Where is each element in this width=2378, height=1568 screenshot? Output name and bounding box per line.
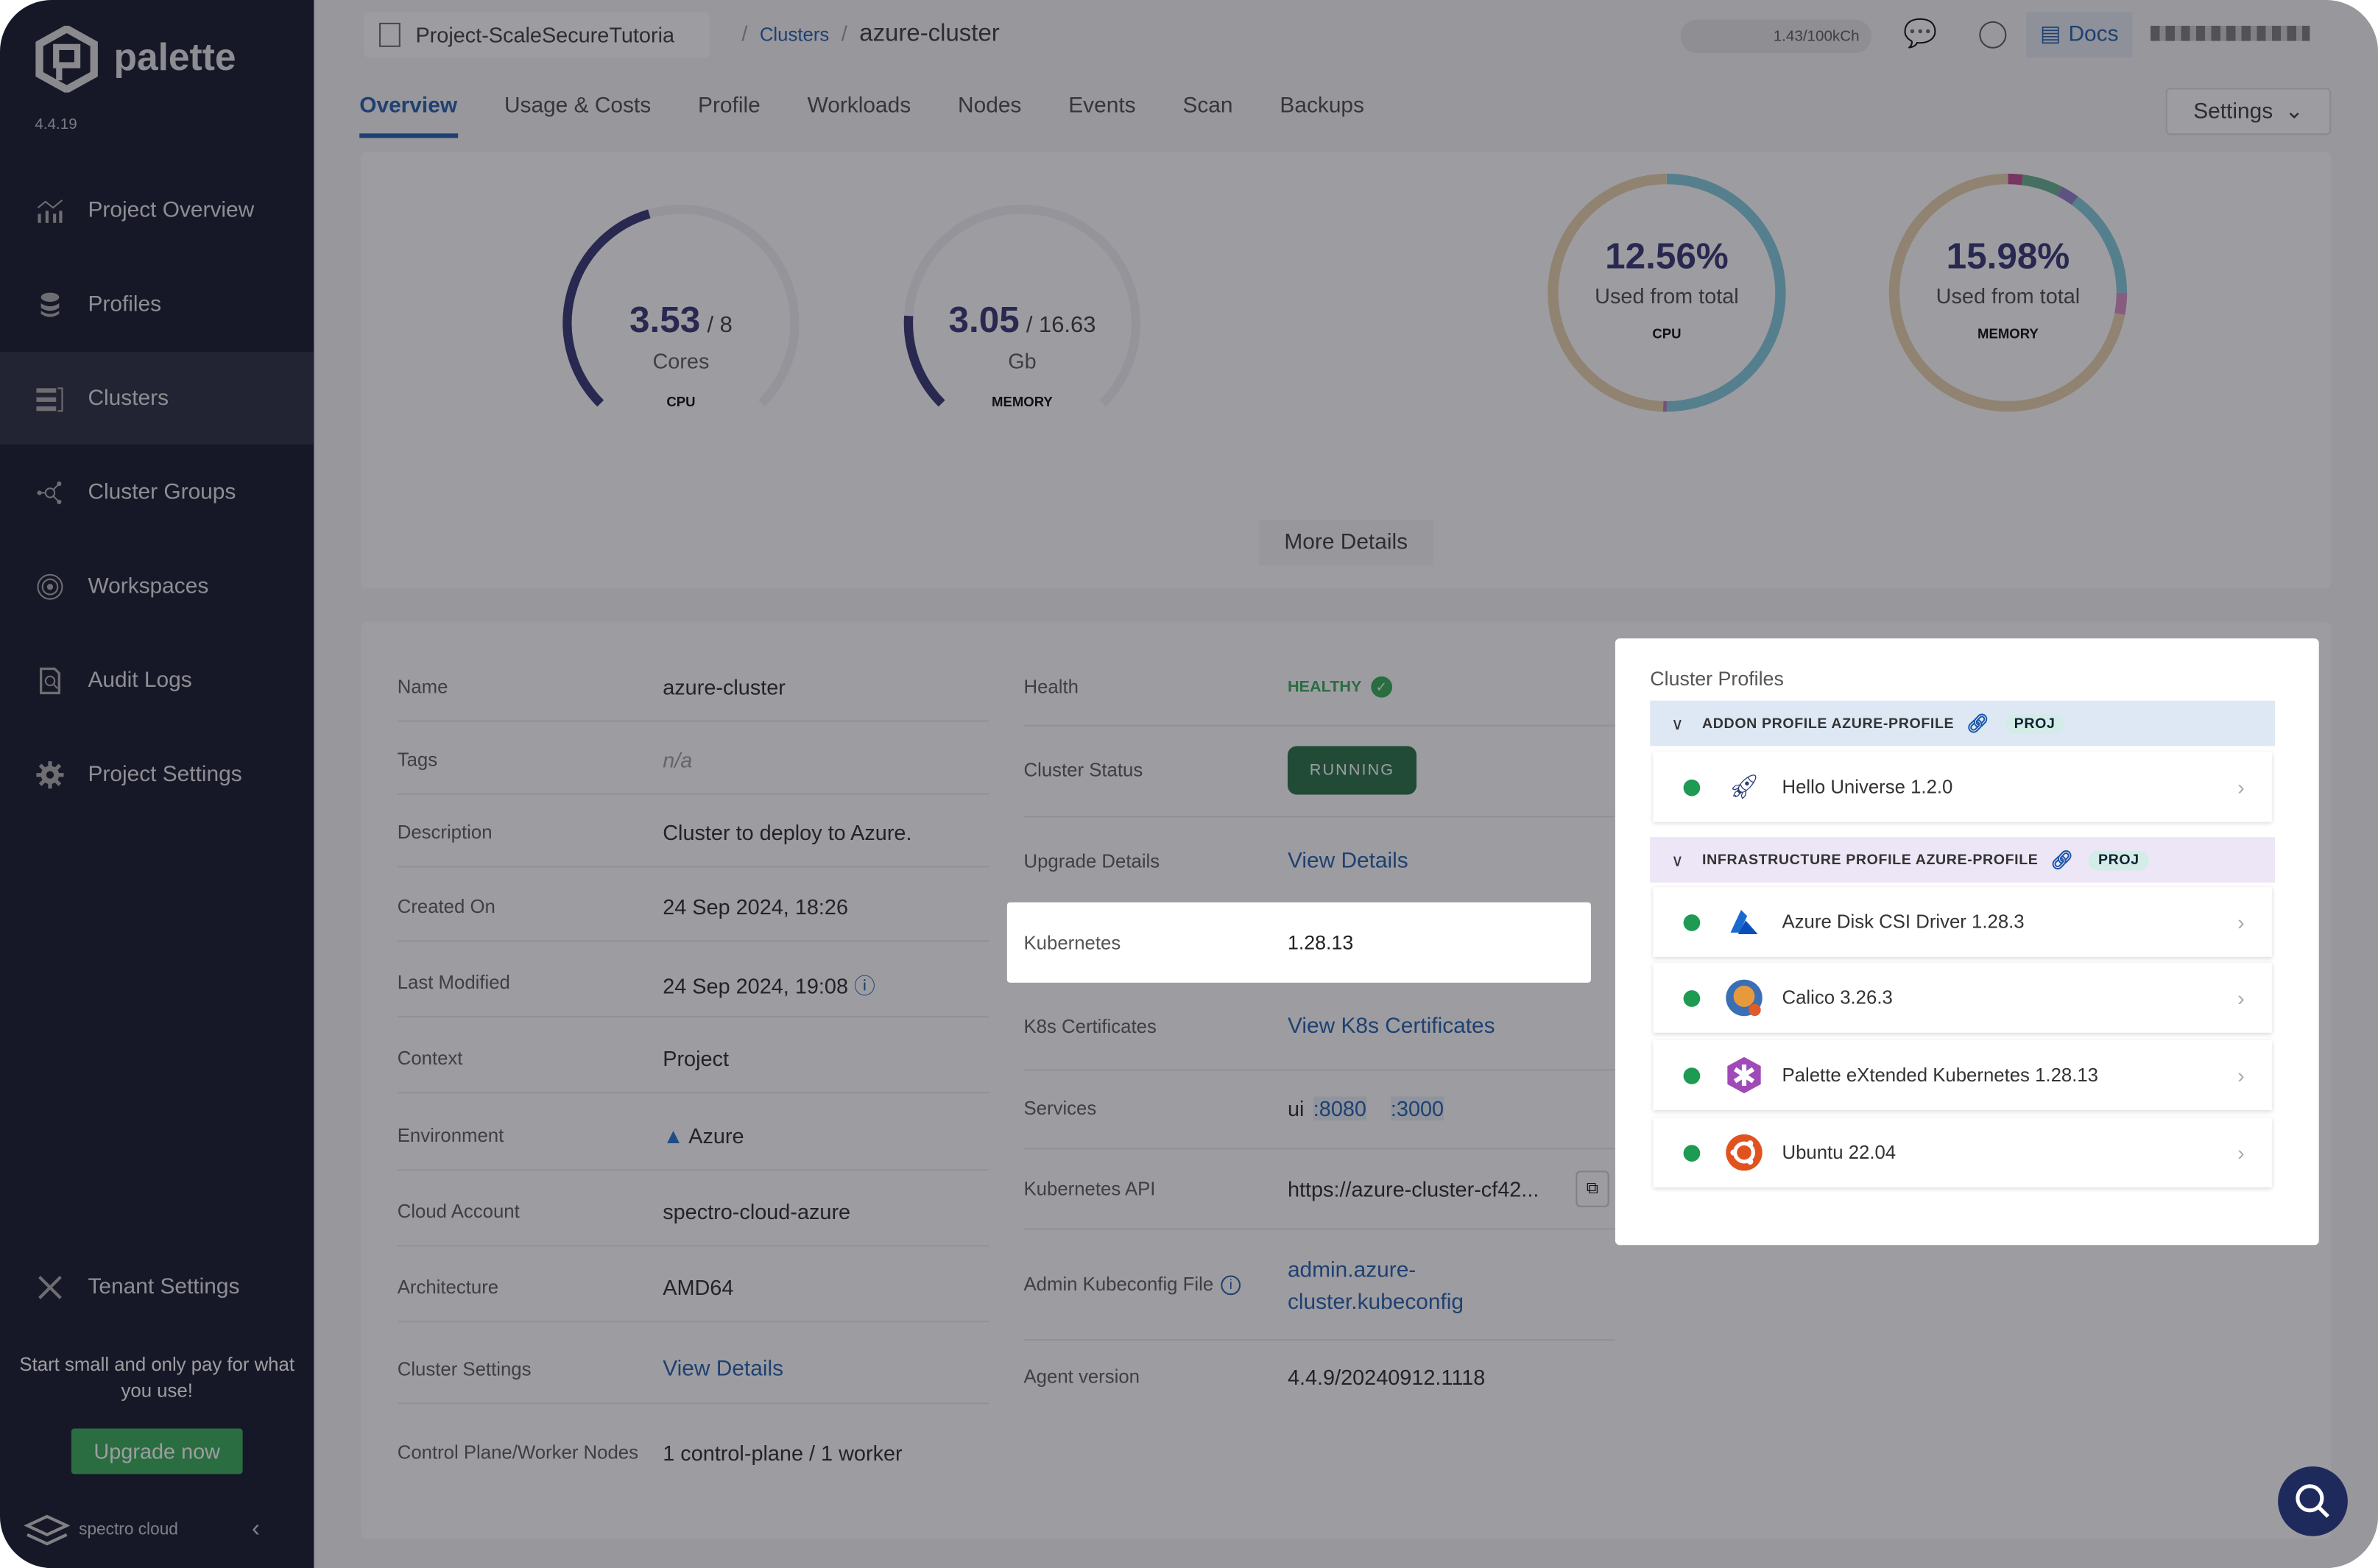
rocket-icon: 🚀︎ bbox=[1729, 774, 1760, 801]
chevron-down-icon: ∨ bbox=[1671, 851, 1684, 870]
kubernetes-label: Kubernetes bbox=[1023, 932, 1121, 954]
pack-row[interactable]: 🚀︎ Hello Universe 1.2.0 › bbox=[1653, 752, 2272, 822]
pack-name: Palette eXtended Kubernetes 1.28.13 bbox=[1782, 1064, 2099, 1086]
pack-row[interactable]: Palette eXtended Kubernetes 1.28.13 › bbox=[1653, 1040, 2272, 1110]
pack-name: Calico 3.26.3 bbox=[1782, 987, 1893, 1009]
search-help-button[interactable] bbox=[2278, 1466, 2348, 1536]
status-dot bbox=[1683, 989, 1701, 1006]
azure-icon bbox=[1724, 903, 1764, 942]
link-icon: 🔗︎ bbox=[2050, 849, 2074, 871]
addon-profile-header[interactable]: ∨ ADDON PROFILE AZURE-PROFILE 🔗︎ PROJ bbox=[1650, 700, 2275, 746]
search-icon bbox=[2296, 1484, 2329, 1518]
kubernetes-row: Kubernetes 1.28.13 bbox=[1006, 902, 1591, 983]
link-icon: 🔗︎ bbox=[1966, 713, 1990, 735]
pack-row[interactable]: Calico 3.26.3 › bbox=[1653, 963, 2272, 1033]
chevron-right-icon: › bbox=[2237, 986, 2245, 1010]
scope-badge: PROJ bbox=[2089, 850, 2149, 870]
profile-name: ADDON PROFILE AZURE-PROFILE bbox=[1702, 715, 1955, 732]
ubuntu-icon bbox=[1724, 1133, 1764, 1173]
status-dot bbox=[1683, 1144, 1701, 1161]
calico-cat-icon bbox=[1724, 978, 1764, 1018]
pack-name: Ubuntu 22.04 bbox=[1782, 1142, 1897, 1164]
kubernetes-version: 1.28.13 bbox=[1287, 930, 1354, 954]
cluster-profiles-title: Cluster Profiles bbox=[1650, 667, 1784, 691]
pack-name: Azure Disk CSI Driver 1.28.3 bbox=[1782, 911, 2025, 933]
infrastructure-profile-header[interactable]: ∨ INFRASTRUCTURE PROFILE AZURE-PROFILE 🔗︎ P… bbox=[1650, 837, 2275, 883]
status-dot bbox=[1683, 914, 1701, 930]
status-dot bbox=[1683, 778, 1701, 796]
scope-badge: PROJ bbox=[2005, 713, 2064, 734]
pack-row[interactable]: Azure Disk CSI Driver 1.28.3 › bbox=[1653, 887, 2272, 957]
status-dot bbox=[1683, 1067, 1701, 1084]
profile-name: INFRASTRUCTURE PROFILE AZURE-PROFILE bbox=[1702, 851, 2039, 869]
chevron-right-icon: › bbox=[2237, 910, 2245, 934]
cluster-profiles-panel: Cluster Profiles ∨ ADDON PROFILE AZURE-PR… bbox=[1615, 638, 2319, 1246]
chevron-right-icon: › bbox=[2237, 1063, 2245, 1088]
app-window: palette 4.4.19 Project Overview Profiles… bbox=[0, 0, 2378, 1568]
chevron-down-icon: ∨ bbox=[1671, 715, 1684, 734]
chevron-right-icon: › bbox=[2237, 774, 2245, 799]
pack-name: Hello Universe 1.2.0 bbox=[1782, 776, 1953, 798]
pack-row[interactable]: Ubuntu 22.04 › bbox=[1653, 1117, 2272, 1187]
pxk-icon bbox=[1724, 1056, 1764, 1095]
chevron-right-icon: › bbox=[2237, 1140, 2245, 1165]
